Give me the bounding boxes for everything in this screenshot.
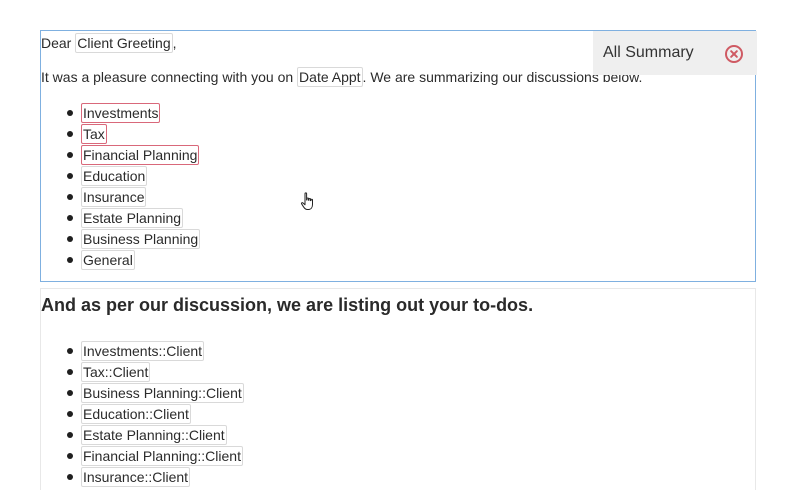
topic-list: Investments Tax Financial Planning Educa… xyxy=(67,103,201,271)
topic-item: General xyxy=(67,250,200,271)
todo-token-estate-planning[interactable]: Estate Planning::Client xyxy=(81,425,227,445)
todo-item: Education::Client xyxy=(67,404,244,425)
todo-item: Estate Planning::Client xyxy=(67,425,244,446)
todo-token-tax[interactable]: Tax::Client xyxy=(81,362,151,382)
todo-item: Tax::Client xyxy=(67,362,244,383)
topic-token-investments[interactable]: Investments xyxy=(81,103,161,123)
bullet xyxy=(67,390,73,396)
bullet xyxy=(67,194,73,200)
date-appt-token[interactable]: Date Appt xyxy=(297,67,363,87)
hand-pointer-icon xyxy=(300,192,313,210)
bullet xyxy=(67,257,73,263)
greeting-prefix: Dear xyxy=(41,35,76,51)
bullet xyxy=(67,215,73,221)
bullet xyxy=(67,432,73,438)
bullet xyxy=(67,411,73,417)
greeting-line: Dear Client Greeting, xyxy=(41,33,177,53)
topic-token-general[interactable]: General xyxy=(81,250,135,270)
close-icon[interactable] xyxy=(725,45,743,63)
topic-token-education[interactable]: Education xyxy=(81,166,148,186)
todo-item: Business Planning::Client xyxy=(67,383,244,404)
bullet xyxy=(67,348,73,354)
topic-item: Tax xyxy=(67,124,200,145)
todos-section[interactable]: And as per our discussion, we are listin… xyxy=(40,288,756,490)
bullet xyxy=(67,369,73,375)
topic-token-estate-planning[interactable]: Estate Planning xyxy=(81,208,184,228)
bullet xyxy=(67,173,73,179)
topic-token-business-planning[interactable]: Business Planning xyxy=(81,229,201,249)
todo-token-financial-planning[interactable]: Financial Planning::Client xyxy=(81,446,243,466)
topic-token-financial-planning[interactable]: Financial Planning xyxy=(81,145,200,165)
todo-token-business-planning[interactable]: Business Planning::Client xyxy=(81,383,244,403)
intro-prefix: It was a pleasure connecting with you on xyxy=(41,69,298,85)
todo-item: Insurance::Client xyxy=(67,467,244,488)
bullet xyxy=(67,236,73,242)
greeting-suffix: , xyxy=(172,35,177,51)
topic-item: Business Planning xyxy=(67,229,201,250)
topic-item: Education xyxy=(67,166,200,187)
todo-list: Investments::Client Tax::Client Business… xyxy=(67,341,244,488)
topic-token-insurance[interactable]: Insurance xyxy=(81,187,147,207)
intro-line: It was a pleasure connecting with you on… xyxy=(41,67,642,87)
todo-item: Financial Planning::Client xyxy=(67,446,244,467)
todos-heading: And as per our discussion, we are listin… xyxy=(41,295,534,315)
topic-item: Investments xyxy=(67,103,200,124)
bullet xyxy=(67,474,73,480)
todo-token-education[interactable]: Education::Client xyxy=(81,404,191,424)
summary-section[interactable]: Dear Client Greeting, It was a pleasure … xyxy=(40,30,757,282)
topic-item: Financial Planning xyxy=(67,145,200,166)
bullet xyxy=(67,453,73,459)
client-greeting-token[interactable]: Client Greeting xyxy=(75,33,173,53)
topic-item: Estate Planning xyxy=(67,208,200,229)
topic-token-tax[interactable]: Tax xyxy=(81,124,107,144)
todo-token-investments[interactable]: Investments::Client xyxy=(81,341,205,361)
topic-item: Insurance xyxy=(67,187,200,208)
todo-token-insurance[interactable]: Insurance::Client xyxy=(81,467,191,487)
todo-item: Investments::Client xyxy=(67,341,244,362)
all-summary-label: All Summary xyxy=(603,44,694,61)
bullet xyxy=(67,152,73,158)
bullet xyxy=(67,131,73,137)
bullet xyxy=(67,110,73,116)
